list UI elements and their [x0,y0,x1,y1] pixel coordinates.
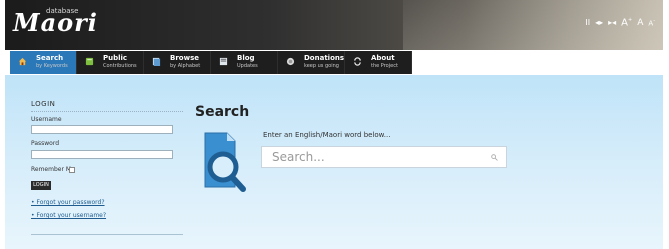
login-button[interactable]: LOGIN [31,181,51,190]
nav-sublabel: keep us going [304,63,339,69]
nav-sublabel: the Project [371,63,398,69]
font-reset-control[interactable]: A [637,18,643,28]
password-field[interactable] [31,150,173,159]
nav-label: About [371,54,395,62]
nav-label: Search [36,54,64,62]
list-icon [152,57,161,66]
nav-label: Blog [237,54,255,62]
login-bottom-divider [31,234,183,235]
password-label: Password [31,140,60,147]
logo-subtitle: database [46,7,79,15]
forgot-password-text: Forgot your password? [36,199,105,206]
nav-sublabel: by Alphabet [170,63,201,69]
search-input[interactable]: Search... [261,146,507,168]
main-navigation: Search by Keywords Public Contributions … [10,51,412,74]
username-field[interactable] [31,125,173,134]
nav-sublabel: Contributions [103,63,137,69]
forgot-username-text: Forgot your username? [36,212,107,219]
document-search-icon [204,132,246,192]
search-icon[interactable] [491,154,498,161]
login-title: LOGIN [31,100,56,108]
nav-label: Public [103,54,128,62]
search-prompt: Enter an English/Maori word below... [263,131,391,139]
font-larger-control[interactable]: A+ [621,17,632,28]
username-label: Username [31,116,62,123]
widen-control[interactable]: ◂▸ [595,18,603,27]
nav-label: Donations [304,54,345,62]
narrow-control[interactable]: ▸◂ [608,18,616,27]
nav-item-browse[interactable]: Browse by Alphabet [144,51,211,74]
about-icon [354,57,361,66]
display-controls: II ◂▸ ▸◂ A+ A A- [585,17,655,28]
search-placeholder: Search... [272,150,325,164]
nav-sublabel: Updates [237,63,258,69]
nav-item-donations[interactable]: Donations keep us going [278,51,345,74]
nav-item-search[interactable]: Search by Keywords [10,51,77,74]
pause-control[interactable]: II [585,18,590,27]
forgot-password-link[interactable]: • Forgot your password? [31,199,105,206]
home-icon [18,57,27,66]
nav-item-about[interactable]: About the Project [345,51,412,74]
login-divider [31,111,183,112]
font-smaller-control[interactable]: A- [648,18,655,27]
nav-item-blog[interactable]: Blog Updates [211,51,278,74]
donation-icon [286,57,295,66]
book-icon [85,57,94,66]
blog-icon [219,57,228,66]
nav-item-public[interactable]: Public Contributions [77,51,144,74]
nav-sublabel: by Keywords [36,63,68,69]
page-frame: Maori database II ◂▸ ▸◂ A+ A A- Search b… [5,0,663,249]
page-title: Search [195,104,250,120]
site-header: Maori database II ◂▸ ▸◂ A+ A A- [5,0,663,50]
nav-label: Browse [170,54,199,62]
forgot-username-link[interactable]: • Forgot your username? [31,212,106,219]
remember-me-checkbox[interactable] [69,167,75,173]
